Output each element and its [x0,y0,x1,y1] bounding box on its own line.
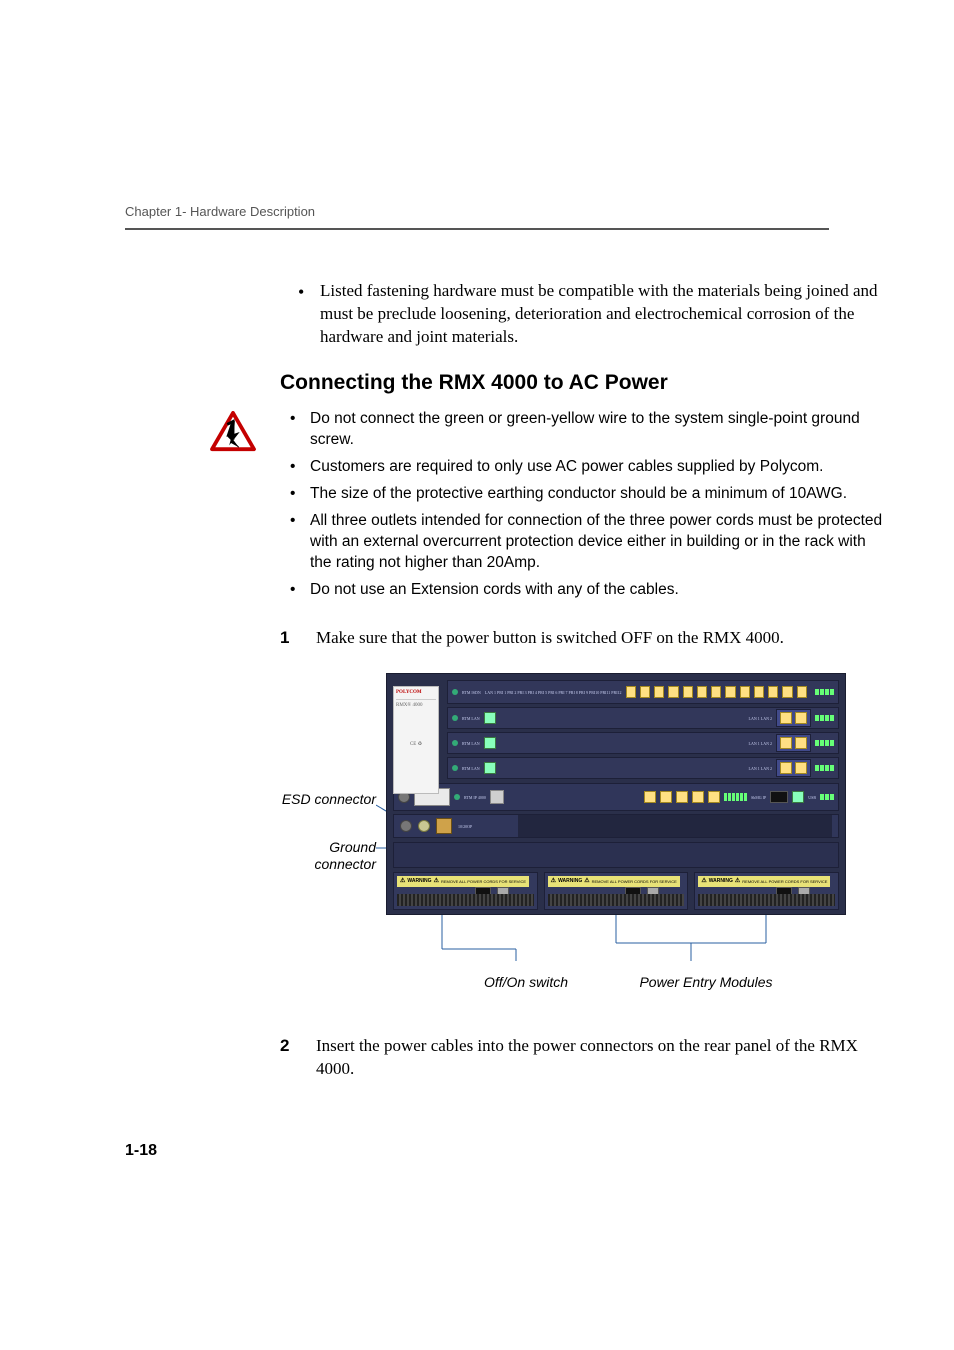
step-number: 1 [280,627,298,650]
lan-header: LAN 1 PRI 1 PRI 2 PRI 3 PRI 4 PRI 5 PRI … [485,690,622,695]
ground-row: 10/20OP [393,814,839,838]
slot-stack: RTM ISDN LAN 1 PRI 1 PRI 2 PRI 3 PRI 4 P… [447,680,839,779]
psu-3: ⚠WARNING⚠REMOVE ALL POWER CORDS FOR SERV… [694,872,839,910]
page: Chapter 1- Hardware Description Listed f… [0,0,954,1350]
slot-label: RTM ISDN [462,690,481,695]
header-rule [125,228,829,230]
serial-port [770,791,788,803]
warning-icon [210,409,256,460]
power-switch [436,818,452,834]
slot-rtm-isdn: RTM ISDN LAN 1 PRI 1 PRI 2 PRI 3 PRI 4 P… [447,680,839,704]
rj45-port [626,686,636,698]
slot-rtm-lan-3: RTM LAN LAN 1 LAN 2 [447,757,839,779]
usb-port [490,790,504,804]
step-number: 2 [280,1035,298,1081]
warning-block: Do not connect the green or green-yellow… [210,409,894,606]
page-content: Listed fastening hardware must be compat… [280,200,894,1081]
running-head: Chapter 1- Hardware Description [125,204,315,219]
warning-item: All three outlets intended for connectio… [310,511,886,574]
warning-item: The size of the protective earthing cond… [310,484,886,505]
psu-row: ⚠WARNING⚠REMOVE ALL POWER CORDS FOR SERV… [393,872,839,910]
blank-row [393,842,839,868]
esd-jack [418,820,430,832]
chassis: POLYCOM RMX® 4000 CE ♻ RTM ISDN LAN 1 PR… [386,673,846,915]
page-number: 1-18 [125,1142,157,1160]
psu-2: ⚠WARNING⚠REMOVE ALL POWER CORDS FOR SERV… [544,872,689,910]
warning-item: Do not use an Extension cords with any o… [310,580,886,601]
psu-1: ⚠WARNING⚠REMOVE ALL POWER CORDS FOR SERV… [393,872,538,910]
intro-bullet: Listed fastening hardware must be compat… [320,280,882,349]
warning-item: Do not connect the green or green-yellow… [310,409,886,451]
brand-logo: POLYCOM [396,690,436,696]
step-text: Insert the power cables into the power c… [316,1035,894,1081]
warning-list: Do not connect the green or green-yellow… [270,409,894,606]
step-list-2: 2 Insert the power cables into the power… [280,1035,894,1081]
section-heading: Connecting the RMX 4000 to AC Power [280,369,894,397]
slot-rtm-lan-2: RTM LAN LAN 1 LAN 2 [447,732,839,754]
status-led [452,689,458,695]
step-item: 1 Make sure that the power button is swi… [280,627,894,650]
lan-pair [776,709,811,727]
callout-esd: ESD connector [276,791,376,808]
step-item: 2 Insert the power cables into the power… [280,1035,894,1081]
status-led-grid [815,689,834,695]
ground-screw [400,820,412,832]
warning-item: Customers are required to only use AC po… [310,457,886,478]
intro-bullet-list: Listed fastening hardware must be compat… [280,280,894,349]
chassis-image: POLYCOM RMX® 4000 CE ♻ RTM ISDN LAN 1 PR… [386,673,846,975]
step-text: Make sure that the power button is switc… [316,627,894,650]
rj45-port [484,712,496,724]
step-list: 1 Make sure that the power button is swi… [280,627,894,650]
callout-ground: Ground connector [276,839,376,873]
callout-pems: Power Entry Modules [616,973,796,992]
io-panel: RTM IP 4000 ShMG IP USB [393,783,839,811]
slot-rtm-lan-1: RTM LAN LAN 1 LAN 2 [447,707,839,729]
switch-rating: 10/20OP [458,824,472,829]
front-label-plate: POLYCOM RMX® 4000 CE ♻ [393,686,439,794]
callout-switch: Off/On switch [466,973,586,992]
rear-panel-figure: ESD connector Ground connector POLYCOM R… [276,673,894,1003]
psu-warning-label: ⚠WARNING⚠REMOVE ALL POWER CORDS FOR SERV… [397,876,529,886]
